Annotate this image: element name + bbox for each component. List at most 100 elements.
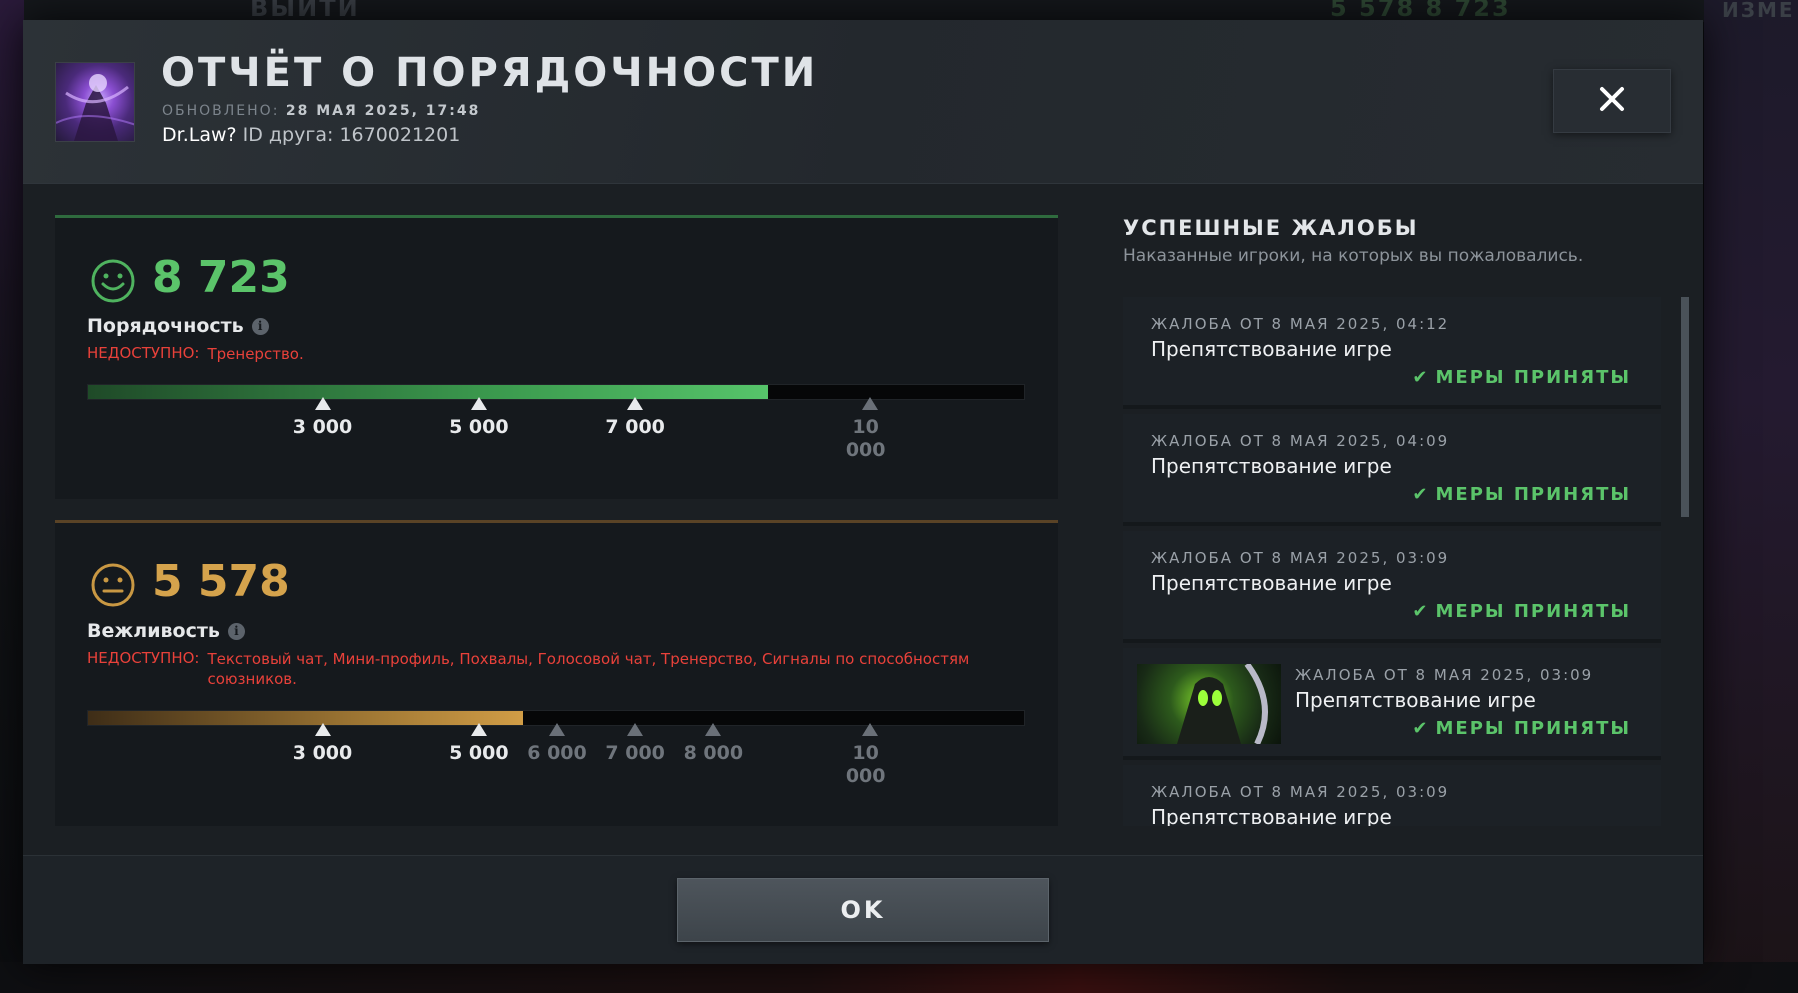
courtesy-threshold-tick: 3 000 — [293, 723, 353, 765]
hero-thumbnail — [1137, 664, 1281, 744]
conduct-threshold-tick: 3 000 — [293, 397, 353, 439]
courtesy-unavailable: НЕДОСТУПНО: Текстовый чат, Мини-профиль,… — [87, 649, 997, 689]
conduct-unavailable-label: НЕДОСТУПНО: — [87, 344, 200, 362]
report-status-text: МЕРЫ ПРИНЯТЫ — [1435, 601, 1631, 622]
triangle-marker-icon — [549, 723, 565, 736]
checkmark-icon: ✔ — [1412, 367, 1430, 388]
conduct-threshold-tick: 5 000 — [449, 397, 509, 439]
triangle-marker-icon — [627, 723, 644, 736]
dialog-title: ОТЧЁТ О ПОРЯДОЧНОСТИ — [161, 50, 819, 96]
report-date: ЖАЛОБА ОТ 8 МАЯ 2025, 04:12 — [1151, 315, 1450, 333]
background-top-left-text: ВЫЙТИ — [250, 0, 360, 22]
player-info: Dr.Law? ID друга: 1670021201 — [162, 124, 460, 146]
reports-subtitle: Наказанные игроки, на которых вы пожалов… — [1123, 246, 1584, 266]
conduct-threshold-label: 7 000 — [605, 416, 665, 438]
triangle-marker-icon — [861, 723, 878, 736]
report-card[interactable]: ЖАЛОБА ОТ 8 МАЯ 2025, 04:09 Препятствован… — [1123, 414, 1661, 526]
checkmark-icon: ✔ — [1412, 484, 1430, 505]
background-bottom-art — [0, 962, 1798, 993]
report-card[interactable]: ЖАЛОБА ОТ 8 МАЯ 2025, 03:09 Препятствован… — [1123, 765, 1661, 826]
friend-id-value: 1670021201 — [339, 124, 461, 146]
courtesy-threshold-label: 6 000 — [527, 742, 587, 764]
courtesy-threshold-tick: 6 000 — [527, 723, 587, 765]
report-date: ЖАЛОБА ОТ 8 МАЯ 2025, 03:09 — [1151, 549, 1450, 567]
report-type: Препятствование игре — [1295, 688, 1536, 712]
report-date: ЖАЛОБА ОТ 8 МАЯ 2025, 03:09 — [1295, 666, 1594, 684]
conduct-unavailable: НЕДОСТУПНО: Тренерство. — [87, 344, 997, 364]
checkmark-icon: ✔ — [1412, 601, 1430, 622]
courtesy-score-panel: 5 578 Вежливость i НЕДОСТУПНО: Текстовый … — [55, 520, 1058, 826]
courtesy-threshold-label: 3 000 — [292, 742, 353, 764]
courtesy-unavailable-label: НЕДОСТУПНО: — [87, 649, 200, 667]
courtesy-threshold-tick: 5 000 — [449, 723, 509, 765]
triangle-marker-icon — [627, 397, 644, 410]
report-status: ✔ МЕРЫ ПРИНЯТЫ — [1412, 718, 1631, 739]
report-type: Препятствование игре — [1151, 571, 1392, 595]
background-right-art — [1704, 0, 1798, 993]
courtesy-threshold-label: 5 000 — [449, 742, 509, 764]
courtesy-threshold-tick: 7 000 — [605, 723, 665, 765]
report-date: ЖАЛОБА ОТ 8 МАЯ 2025, 04:09 — [1151, 432, 1450, 450]
checkmark-icon: ✔ — [1412, 718, 1430, 739]
ok-button[interactable]: OK — [677, 878, 1049, 942]
report-status-text: МЕРЫ ПРИНЯТЫ — [1435, 367, 1631, 388]
courtesy-score: 5 578 — [152, 556, 290, 607]
close-icon — [1599, 86, 1625, 116]
report-type: Препятствование игре — [1151, 805, 1392, 826]
info-icon[interactable]: i — [251, 318, 269, 335]
conduct-threshold-tick: 10 000 — [840, 397, 900, 462]
report-status-text: МЕРЫ ПРИНЯТЫ — [1435, 718, 1631, 739]
conduct-label-text: Порядочность — [87, 315, 244, 337]
conduct-threshold-tick: 7 000 — [605, 397, 665, 439]
report-status: ✔ МЕРЫ ПРИНЯТЫ — [1412, 601, 1631, 622]
triangle-marker-icon — [705, 723, 722, 736]
happy-face-icon — [90, 258, 136, 304]
friend-id-label: ID друга: — [242, 124, 334, 146]
report-card[interactable]: ЖАЛОБА ОТ 8 МАЯ 2025, 04:12 Препятствован… — [1123, 297, 1661, 409]
triangle-marker-icon — [314, 397, 331, 410]
triangle-marker-icon — [470, 397, 487, 410]
courtesy-unavailable-items: Текстовый чат, Мини-профиль, Похвалы, Го… — [207, 650, 970, 688]
conduct-score-panel: 8 723 Порядочность i НЕДОСТУПНО: Тренерст… — [55, 215, 1058, 499]
courtesy-threshold-tick: 8 000 — [683, 723, 743, 765]
updated-timestamp: ОБНОВЛЕНО: 28 МАЯ 2025, 17:48 — [162, 103, 480, 119]
courtesy-progress-bar: 3 000 5 000 6 000 7 000 8 000 10 000 — [87, 710, 1025, 787]
background-left-art — [0, 0, 24, 993]
courtesy-threshold-label: 8 000 — [683, 742, 744, 764]
report-card[interactable]: ЖАЛОБА ОТ 8 МАЯ 2025, 03:09 Препятствован… — [1123, 531, 1661, 643]
courtesy-threshold-tick: 10 000 — [840, 723, 900, 788]
conduct-threshold-label: 3 000 — [292, 416, 353, 438]
courtesy-label: Вежливость i — [87, 620, 245, 642]
player-nickname: Dr.Law? — [162, 124, 237, 146]
reports-title: УСПЕШНЫЕ ЖАЛОБЫ — [1123, 216, 1419, 240]
report-status: ✔ МЕРЫ ПРИНЯТЫ — [1412, 484, 1631, 505]
background-top-scores: 5 578 8 723 — [1330, 0, 1511, 22]
conduct-report-dialog: ОТЧЁТ О ПОРЯДОЧНОСТИ ОБНОВЛЕНО: 28 МАЯ 2… — [23, 20, 1703, 964]
updated-label: ОБНОВЛЕНО: — [162, 103, 280, 119]
courtesy-threshold-label: 7 000 — [605, 742, 665, 764]
conduct-progress-fill — [88, 385, 769, 399]
report-type: Препятствование игре — [1151, 337, 1392, 361]
reports-list[interactable]: ЖАЛОБА ОТ 8 МАЯ 2025, 04:12 Препятствован… — [1123, 297, 1671, 826]
close-button[interactable] — [1553, 69, 1671, 133]
report-status: ✔ МЕРЫ ПРИНЯТЫ — [1412, 367, 1631, 388]
courtesy-threshold-label: 10 000 — [845, 742, 886, 787]
report-type: Препятствование игре — [1151, 454, 1392, 478]
updated-value: 28 МАЯ 2025, 17:48 — [285, 103, 481, 119]
conduct-threshold-label: 10 000 — [845, 416, 886, 461]
reports-scrollbar[interactable] — [1681, 297, 1689, 517]
report-card[interactable]: ЖАЛОБА ОТ 8 МАЯ 2025, 03:09 Препятствован… — [1123, 648, 1661, 760]
report-date: ЖАЛОБА ОТ 8 МАЯ 2025, 03:09 — [1151, 783, 1450, 801]
conduct-label: Порядочность i — [87, 315, 269, 337]
report-status-text: МЕРЫ ПРИНЯТЫ — [1435, 484, 1631, 505]
info-icon[interactable]: i — [227, 623, 245, 640]
dialog-footer: OK — [23, 855, 1703, 964]
conduct-score: 8 723 — [152, 252, 290, 303]
triangle-marker-icon — [314, 723, 331, 736]
background-right-text: ИЗМЕ — [1722, 0, 1795, 22]
triangle-marker-icon — [470, 723, 487, 736]
player-avatar — [55, 62, 135, 142]
dialog-header: ОТЧЁТ О ПОРЯДОЧНОСТИ ОБНОВЛЕНО: 28 МАЯ 2… — [23, 20, 1703, 184]
conduct-unavailable-items: Тренерство. — [207, 345, 304, 363]
courtesy-label-text: Вежливость — [87, 620, 220, 642]
